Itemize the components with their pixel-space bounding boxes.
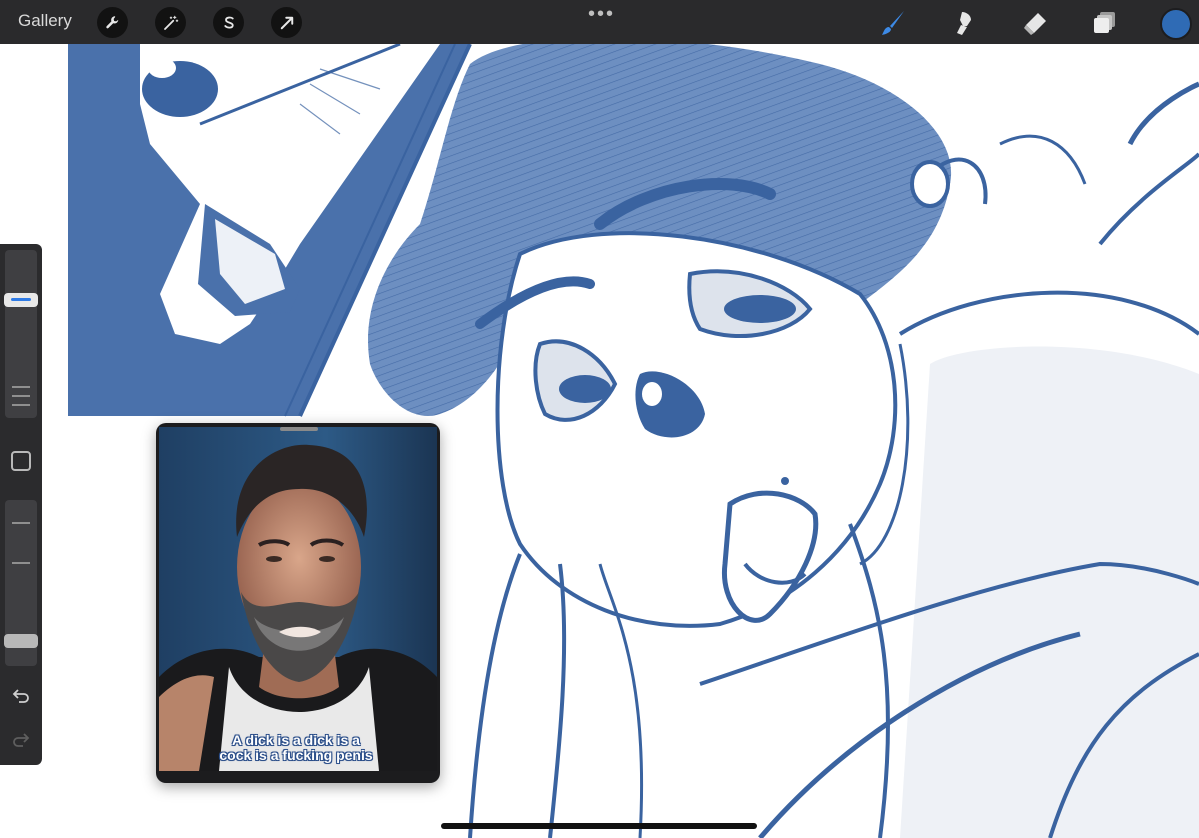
home-indicator[interactable]: [441, 823, 757, 829]
square-icon[interactable]: [11, 451, 31, 471]
selection-s-icon: [223, 16, 234, 28]
caption-line-2: cock is a fucking penis: [219, 747, 373, 763]
smudge-tool[interactable]: [949, 8, 979, 38]
brush-icon: [882, 11, 904, 35]
top-toolbar: Gallery •••: [0, 0, 1199, 44]
brush-size-thumb[interactable]: [4, 293, 38, 308]
opacity-thumb[interactable]: [4, 633, 38, 648]
gallery-button[interactable]: Gallery: [18, 11, 72, 31]
pip-drag-handle[interactable]: [280, 427, 318, 431]
color-swatch[interactable]: [1160, 8, 1192, 40]
undo-icon: [12, 689, 29, 703]
layers-icon: [1094, 12, 1115, 33]
eraser-icon: [1024, 13, 1046, 35]
redo-button[interactable]: [9, 728, 33, 752]
arrow-cursor-icon: [280, 16, 293, 29]
transform-button[interactable]: [271, 7, 302, 38]
brush-tool[interactable]: [878, 8, 908, 38]
layers-tool[interactable]: [1090, 8, 1120, 38]
actions-button[interactable]: [97, 7, 128, 38]
eraser-tool[interactable]: [1020, 8, 1050, 38]
magic-wand-icon: [163, 15, 178, 30]
wrench-icon: [105, 15, 118, 28]
caption-line-1: A dick is a dick is a: [232, 732, 360, 748]
left-sidebar: [0, 244, 42, 765]
video-frame: [159, 427, 437, 771]
video-caption: A dick is a dick is a cock is a fucking …: [186, 733, 406, 763]
brush-size-slider[interactable]: [4, 250, 38, 418]
more-dots-icon[interactable]: •••: [588, 3, 615, 26]
undo-button[interactable]: [9, 684, 33, 708]
picture-in-picture-video[interactable]: A dick is a dick is a cock is a fucking …: [156, 423, 440, 783]
adjustments-button[interactable]: [155, 7, 186, 38]
redo-icon: [13, 733, 30, 747]
selection-button[interactable]: [213, 7, 244, 38]
smudge-icon: [957, 12, 971, 35]
opacity-slider[interactable]: [4, 500, 38, 666]
